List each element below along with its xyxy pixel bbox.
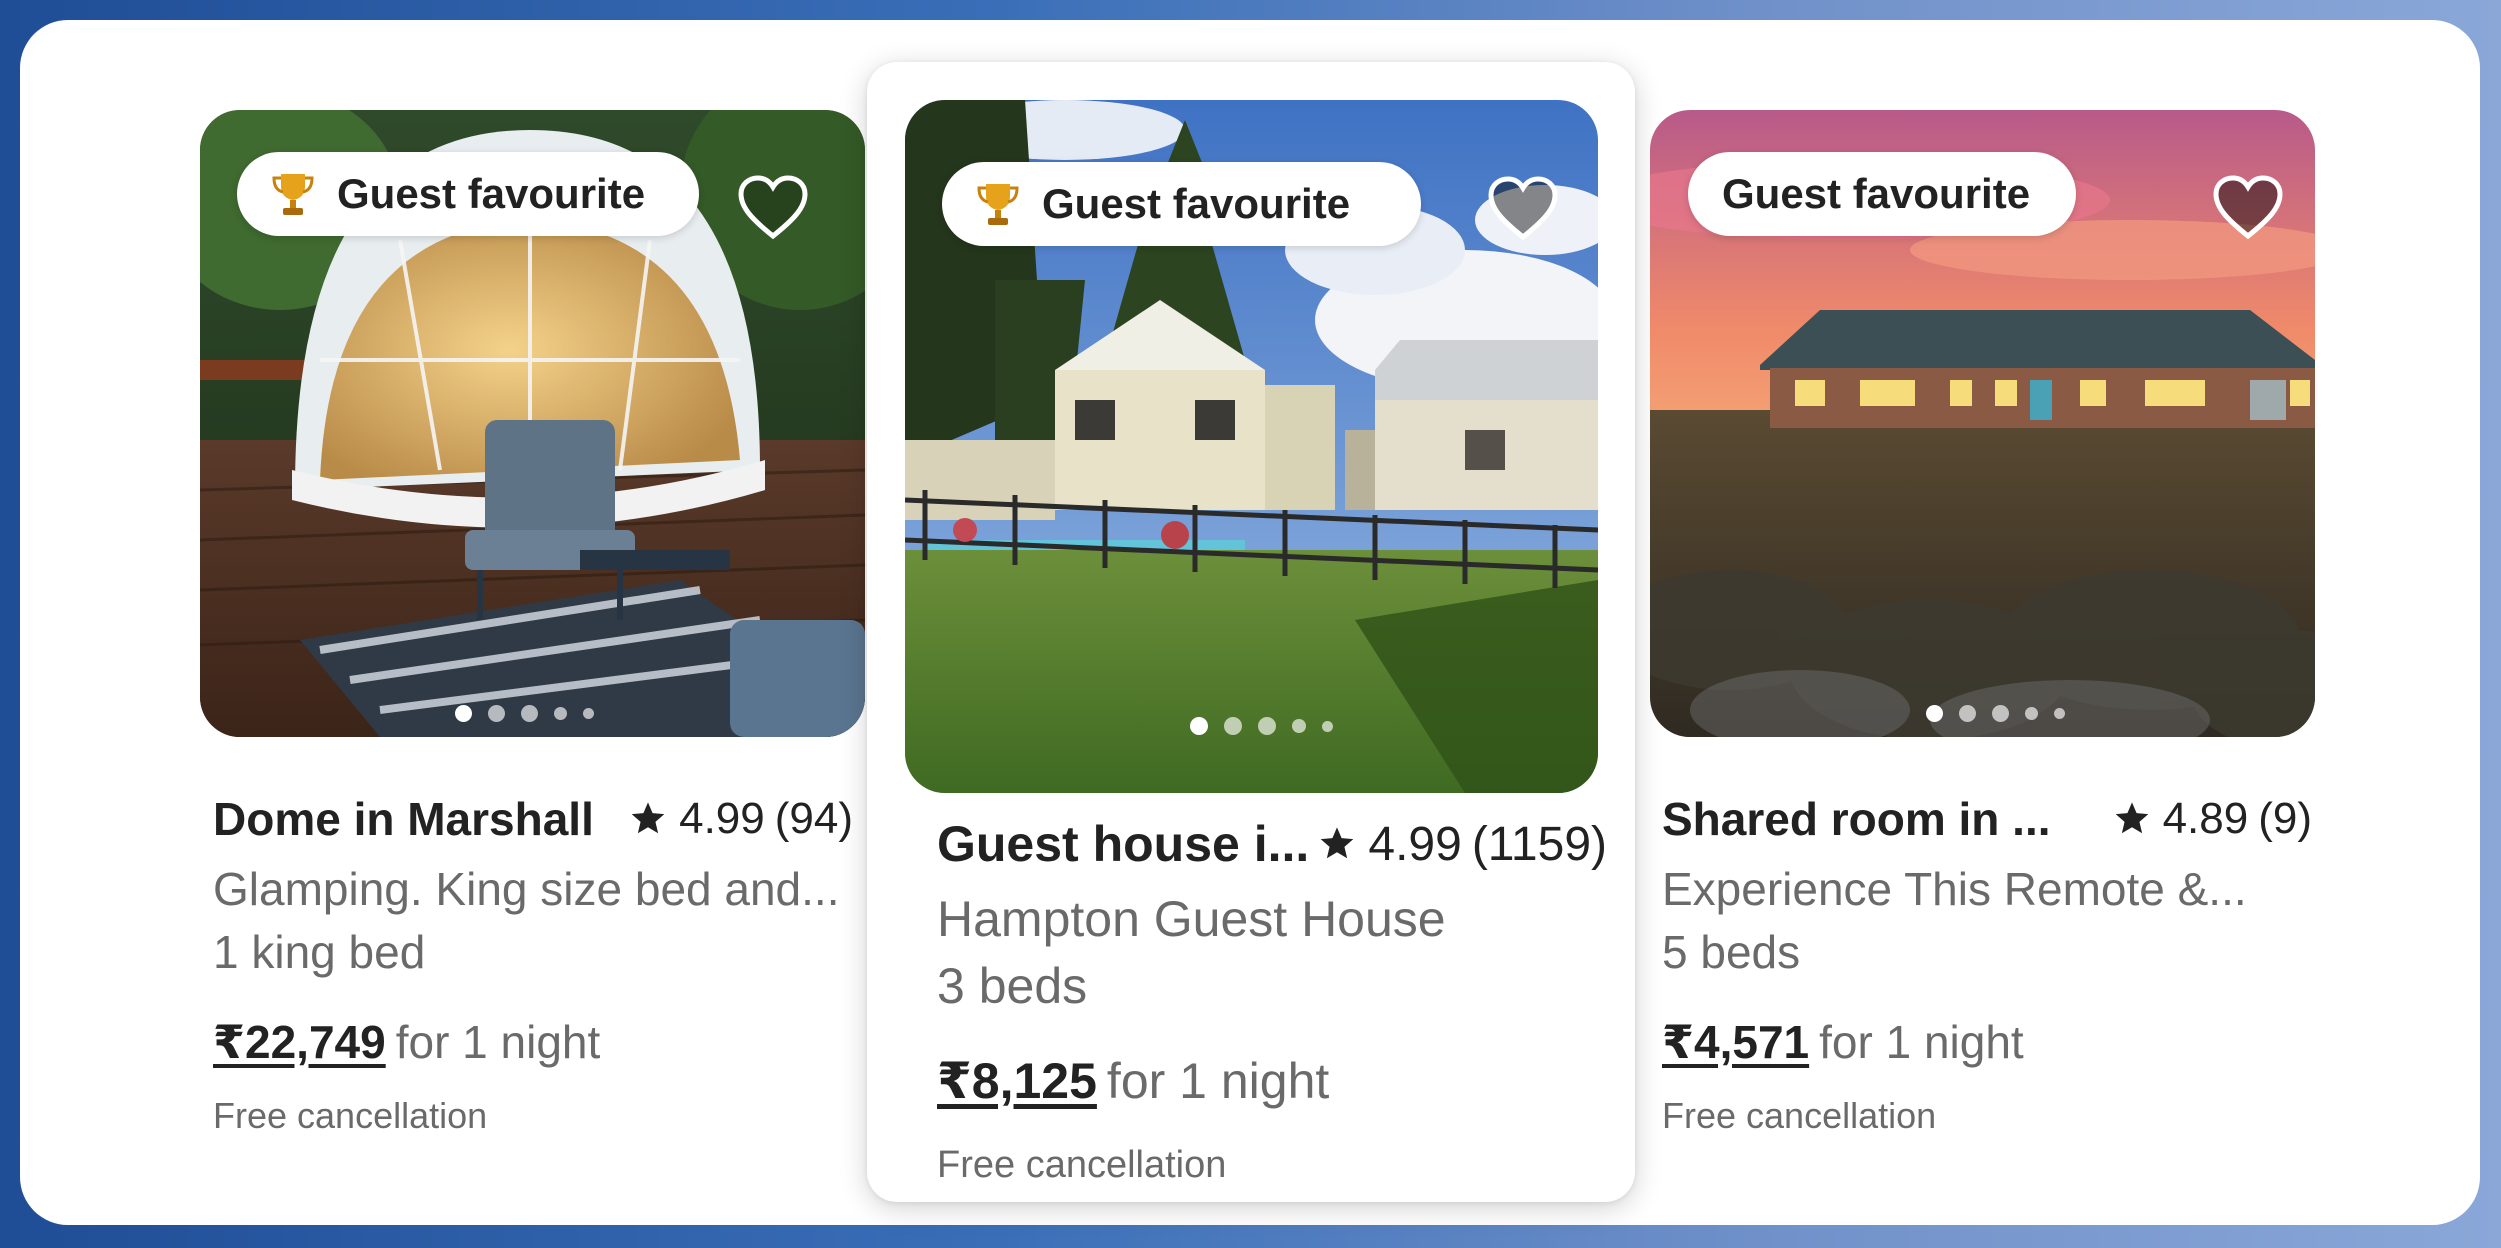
cancellation-policy: Free cancellation <box>937 1144 1227 1186</box>
pagination-dot[interactable] <box>488 705 505 722</box>
star-icon <box>2115 802 2148 834</box>
listing-rating: 4.99 (94) <box>629 794 853 844</box>
listing-title-row: Shared room in ... 4.89 (9) <box>1662 792 2312 846</box>
price-amount[interactable]: ₹22,749 <box>213 1016 386 1068</box>
guest-favourite-badge: Guest favourite <box>942 162 1421 246</box>
pagination-dot[interactable] <box>2025 707 2038 720</box>
listings-panel: Guest favourite Dome in Marshall 4.99 (9… <box>20 20 2480 1225</box>
pagination-dot[interactable] <box>2054 708 2065 719</box>
listing-price: ₹8,125 for 1 night <box>937 1052 1329 1110</box>
listing-beds: 1 king bed <box>213 926 426 978</box>
listing-card-dome-marshall[interactable]: Guest favourite Dome in Marshall 4.99 (9… <box>180 110 865 1150</box>
photo-pagination-dots[interactable] <box>1926 705 2065 722</box>
price-suffix: for 1 night <box>395 1016 601 1068</box>
listing-card-guest-house[interactable]: Guest favourite Guest house i... 4.99 (1… <box>867 62 1635 1202</box>
pagination-dot[interactable] <box>1190 717 1208 735</box>
pagination-dot[interactable] <box>521 705 538 722</box>
listing-price: ₹22,749 for 1 night <box>213 1015 600 1069</box>
listing-beds: 3 beds <box>937 958 1088 1014</box>
badge-label: Guest favourite <box>337 170 646 217</box>
pagination-dot[interactable] <box>1224 717 1242 735</box>
price-suffix: for 1 night <box>1819 1016 2024 1068</box>
star-icon <box>631 802 665 834</box>
pagination-dot[interactable] <box>455 705 472 722</box>
cancellation-policy: Free cancellation <box>1662 1095 1937 1136</box>
listing-rating: 4.99 (1159) <box>1318 817 1607 872</box>
pagination-dot[interactable] <box>1292 719 1306 733</box>
wishlist-heart-icon[interactable] <box>737 174 809 240</box>
pagination-dot[interactable] <box>1258 717 1276 735</box>
listing-price: ₹4,571 for 1 night <box>1662 1015 2024 1069</box>
listing-beds: 5 beds <box>1662 926 1801 978</box>
pagination-dot[interactable] <box>1926 705 1943 722</box>
listing-rating: 4.89 (9) <box>2113 794 2312 844</box>
rating-value: 4.99 <box>679 794 765 843</box>
review-count: (9) <box>2258 794 2312 843</box>
rating-value: 4.89 <box>2162 794 2249 843</box>
guest-favourite-badge: Guest favourite <box>237 152 699 236</box>
listing-title: Shared room in ... <box>1662 793 2051 845</box>
trophy-icon <box>272 174 314 215</box>
star-icon <box>1321 827 1354 859</box>
wishlist-heart-icon[interactable] <box>2212 174 2284 240</box>
listing-description: Glamping. King size bed and... <box>213 863 840 915</box>
listing-card-shared-room[interactable]: Guest favourite Shared room in ... 4.89 … <box>1650 110 2350 1150</box>
rating-value: 4.99 <box>1368 817 1462 871</box>
review-count: (1159) <box>1471 817 1607 871</box>
listing-description: Hampton Guest House <box>937 891 1446 947</box>
pagination-dot[interactable] <box>1992 705 2009 722</box>
review-count: (94) <box>774 794 853 843</box>
listing-description: Experience This Remote &... <box>1662 863 2247 915</box>
listing-title: Guest house i... <box>937 816 1310 872</box>
trophy-icon <box>977 184 1019 225</box>
listing-title-row: Guest house i... 4.99 (1159) <box>937 815 1607 873</box>
guest-favourite-badge: Guest favourite <box>1688 152 2076 236</box>
photo-pagination-dots[interactable] <box>1190 717 1333 735</box>
wishlist-heart-icon[interactable] <box>1487 175 1559 241</box>
badge-label: Guest favourite <box>1722 170 2031 217</box>
listing-title: Dome in Marshall <box>213 793 594 845</box>
badge-label: Guest favourite <box>1042 180 1351 227</box>
pagination-dot[interactable] <box>554 707 567 720</box>
listing-title-row: Dome in Marshall 4.99 (94) <box>213 792 853 846</box>
price-amount[interactable]: ₹4,571 <box>1662 1016 1809 1068</box>
pagination-dot[interactable] <box>1959 705 1976 722</box>
photo-pagination-dots[interactable] <box>455 705 594 722</box>
price-amount[interactable]: ₹8,125 <box>937 1053 1097 1109</box>
pagination-dot[interactable] <box>1322 720 1333 732</box>
cancellation-policy: Free cancellation <box>213 1095 488 1136</box>
pagination-dot[interactable] <box>583 708 594 719</box>
price-suffix: for 1 night <box>1106 1053 1330 1109</box>
